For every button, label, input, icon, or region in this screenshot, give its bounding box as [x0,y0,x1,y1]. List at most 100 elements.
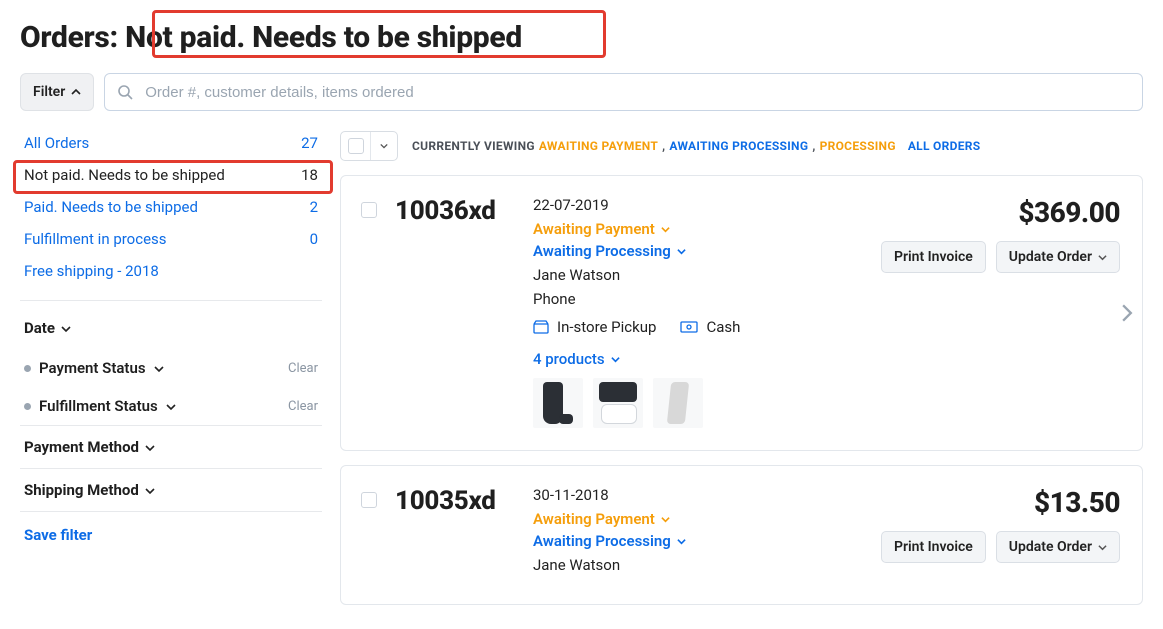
filter-payment-status-label: Payment Status [39,359,146,377]
saved-filter-free-shipping[interactable]: Free shipping - 2018 [20,255,322,287]
saved-filter-fulfillment[interactable]: Fulfillment in process 0 [20,223,322,255]
product-thumbnail[interactable] [653,378,703,428]
chevron-down-icon [1098,253,1107,262]
order-date: 22-07-2019 [533,196,865,214]
saved-filter-label: Free shipping - 2018 [24,262,159,280]
filter-toggle-button[interactable]: Filter [20,73,94,111]
shipping-method-label: In-store Pickup [557,318,656,336]
chevron-down-icon [1098,543,1107,552]
order-number[interactable]: 10036xd [395,196,517,226]
saved-filter-label: All Orders [24,134,89,152]
bullet-icon [24,403,31,410]
payment-status-dropdown[interactable]: Awaiting Payment [533,220,865,238]
update-order-label: Update Order [1009,539,1092,555]
order-checkbox[interactable] [361,492,377,508]
clear-payment-status[interactable]: Clear [288,361,318,376]
print-invoice-label: Print Invoice [894,249,973,265]
chevron-down-icon [154,364,164,374]
print-invoice-label: Print Invoice [894,539,973,555]
chevron-down-icon [677,247,686,256]
filter-payment-method-section[interactable]: Payment Method [20,426,322,468]
order-card[interactable]: 10035xd 30-11-2018 Awaiting Payment Awai… [340,465,1143,605]
filter-date-label: Date [24,319,55,337]
filter-date-section[interactable]: Date [20,307,322,349]
products-count-label: 4 products [533,350,605,368]
products-expand[interactable]: 4 products [533,350,865,368]
cv-processing[interactable]: PROCESSING [820,139,896,153]
save-filter-link[interactable]: Save filter [20,512,322,558]
update-order-button[interactable]: Update Order [996,531,1120,563]
cash-icon [680,321,698,333]
cv-sep: , [812,139,815,153]
order-total: $369.00 [881,196,1120,229]
payment-method-label: Cash [706,318,740,336]
store-icon [533,320,549,334]
filter-shipping-method-section[interactable]: Shipping Method [20,469,322,511]
chevron-up-icon [71,87,81,97]
chevron-down-icon [661,515,670,524]
chevron-down-icon [166,402,176,412]
saved-filter-count: 18 [301,166,318,184]
filter-payment-method-label: Payment Method [24,438,139,456]
chevron-down-icon [380,142,388,150]
print-invoice-button[interactable]: Print Invoice [881,531,986,563]
print-invoice-button[interactable]: Print Invoice [881,241,986,273]
cv-awaiting-processing[interactable]: AWAITING PROCESSING [669,139,808,153]
order-total: $13.50 [881,486,1120,519]
search-icon [117,84,133,100]
payment-status-label: Awaiting Payment [533,220,655,238]
currently-viewing-line: CURRENTLY VIEWING AWAITING PAYMENT, AWAI… [412,139,980,153]
chevron-down-icon [61,324,71,334]
order-date: 30-11-2018 [533,486,865,504]
saved-filter-label: Paid. Needs to be shipped [24,198,198,216]
select-all-arrow[interactable] [371,132,397,160]
clear-fulfillment-status[interactable]: Clear [288,399,318,414]
saved-filter-label: Not paid. Needs to be shipped [24,166,225,184]
fulfillment-status-label: Awaiting Processing [533,242,671,260]
fulfillment-status-label: Awaiting Processing [533,532,671,550]
saved-filter-count: 0 [310,230,318,248]
filter-shipping-method-label: Shipping Method [24,481,139,499]
page-title: Orders: Not paid. Needs to be shipped [20,20,522,55]
order-card[interactable]: 10036xd 22-07-2019 Awaiting Payment Awai… [340,175,1143,451]
saved-filter-count: 27 [301,134,318,152]
payment-status-dropdown[interactable]: Awaiting Payment [533,510,865,528]
saved-filter-all-orders[interactable]: All Orders 27 [20,127,322,159]
chevron-down-icon [145,443,155,453]
customer-name: Jane Watson [533,556,865,574]
card-expand-chevron[interactable] [1120,304,1134,322]
saved-filter-label: Fulfillment in process [24,230,167,248]
cv-sep: , [662,139,665,153]
order-checkbox[interactable] [361,202,377,218]
filter-fulfillment-status-label: Fulfillment Status [39,397,158,415]
update-order-button[interactable]: Update Order [996,241,1120,273]
chevron-down-icon [677,537,686,546]
chevron-down-icon [145,486,155,496]
saved-filter-not-paid[interactable]: Not paid. Needs to be shipped 18 [20,159,322,191]
saved-filter-count: 2 [310,198,318,216]
filter-fulfillment-status[interactable]: Fulfillment Status [24,397,176,415]
select-all-checkbox[interactable] [341,132,371,160]
product-thumbnail[interactable] [533,378,583,428]
fulfillment-status-dropdown[interactable]: Awaiting Processing [533,242,865,260]
search-box[interactable] [104,73,1143,111]
chevron-right-icon [1120,304,1134,322]
customer-name: Jane Watson [533,266,865,284]
order-number[interactable]: 10035xd [395,486,517,516]
fulfillment-status-dropdown[interactable]: Awaiting Processing [533,532,865,550]
saved-filter-paid[interactable]: Paid. Needs to be shipped 2 [20,191,322,223]
payment-method: Cash [680,318,740,336]
update-order-label: Update Order [1009,249,1092,265]
bullet-icon [24,365,31,372]
product-thumbnail[interactable] [593,378,643,428]
chevron-down-icon [661,225,670,234]
search-input[interactable] [143,83,1130,102]
cv-awaiting-payment[interactable]: AWAITING PAYMENT [539,139,658,153]
customer-contact: Phone [533,290,865,308]
shipping-method: In-store Pickup [533,318,656,336]
page-title-prefix: Orders: [20,20,118,55]
select-all-dropdown[interactable] [340,131,398,161]
cv-all-orders[interactable]: ALL ORDERS [908,139,981,153]
filter-payment-status[interactable]: Payment Status [24,359,164,377]
page-title-filter: Not paid. Needs to be shipped [125,20,522,55]
